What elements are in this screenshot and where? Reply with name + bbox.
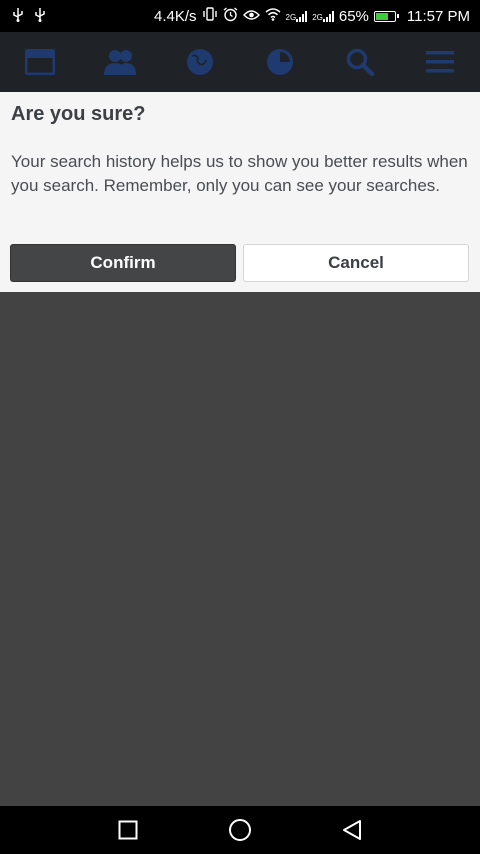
search-icon[interactable]: [343, 45, 377, 79]
app-nav-bar: [0, 32, 480, 92]
messenger-icon[interactable]: [263, 45, 297, 79]
system-nav-bar: [0, 806, 480, 854]
circle-icon: [229, 819, 251, 841]
usb-icon: [34, 8, 46, 24]
news-feed-icon[interactable]: [23, 45, 57, 79]
signal-icon: 2G: [312, 10, 334, 22]
network-speed: 4.4K/s: [154, 7, 197, 25]
usb-icon: [12, 8, 24, 24]
battery-icon: [373, 10, 399, 22]
globe-icon[interactable]: [183, 45, 217, 79]
signal-icon: 2G: [286, 10, 308, 22]
back-button[interactable]: [339, 817, 365, 843]
back-triangle-icon: [343, 820, 361, 840]
friends-icon[interactable]: [103, 45, 137, 79]
status-bar: 4.4K/s 2G 2G 65% 11:57 PM: [0, 0, 480, 32]
vibrate-icon: [202, 7, 218, 25]
alarm-icon: [223, 6, 238, 26]
confirm-button[interactable]: Confirm: [10, 244, 236, 282]
wifi-icon: [265, 7, 281, 25]
status-right-icons: 4.4K/s 2G 2G 65% 11:57 PM: [154, 6, 470, 26]
battery-percent: 65%: [338, 7, 369, 25]
eye-icon: [242, 8, 260, 25]
home-button[interactable]: [227, 817, 253, 843]
dialog-title: Are you sure?: [11, 103, 146, 125]
clock: 11:57 PM: [406, 7, 470, 25]
status-left-icons: [12, 8, 46, 24]
recents-button[interactable]: [115, 817, 141, 843]
cancel-button[interactable]: Cancel: [243, 244, 469, 282]
menu-icon[interactable]: [423, 45, 457, 79]
dialog-message: Your search history helps us to show you…: [11, 152, 468, 195]
square-icon: [118, 820, 138, 840]
